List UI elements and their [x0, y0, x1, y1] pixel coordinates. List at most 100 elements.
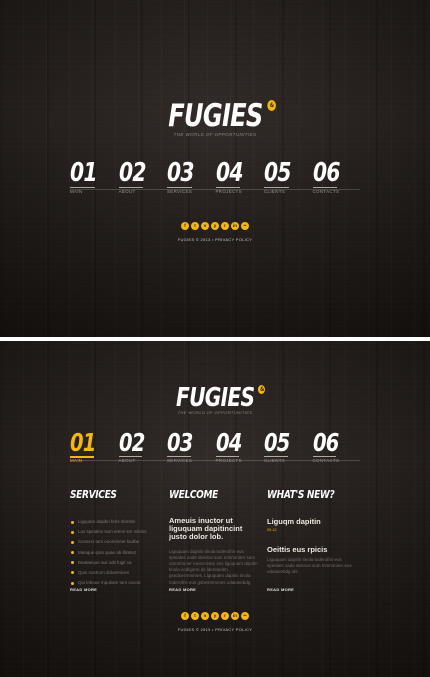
nav-item-contacts[interactable]: 06 Contacts [312, 158, 347, 194]
nav-label: Main [70, 458, 83, 463]
rss-icon[interactable]: r [221, 222, 229, 230]
services-list-item[interactable]: Beataeque aut odit fugit sa [70, 560, 162, 570]
nav-item-about[interactable]: 02 About [118, 428, 152, 463]
news-item: Liguqm dapitin 09.12 [267, 517, 359, 532]
news-item-title[interactable]: Oeittis eus rpicis [267, 545, 359, 554]
logo-text: FUGIES [167, 98, 263, 134]
nav-number: 01 [70, 158, 97, 188]
facebook-icon[interactable]: f [181, 612, 189, 620]
main-navigation: 01 Main 02 About 03 Services 04 Projects 05 Clien… [70, 430, 360, 470]
services-list-item[interactable]: Quis nostrum dolorenices [70, 570, 162, 580]
main-navigation: 01 Main 02 About 03 Services 04 Projects 05 Clien… [70, 160, 360, 200]
nav-label: About [118, 458, 136, 463]
nav-label: Projects [215, 458, 242, 463]
copyright: Fugies © 2013 • Privacy Policy [177, 627, 253, 632]
logo-badge-icon: & [266, 100, 276, 111]
youtube-icon[interactable]: y [211, 222, 219, 230]
nav-number: 06 [312, 158, 340, 188]
nav-underline [264, 456, 288, 457]
nav-underline [167, 187, 192, 188]
news-title: What's new? [267, 488, 335, 501]
youtube-icon[interactable]: y [211, 612, 219, 620]
facebook-icon[interactable]: f [181, 222, 189, 230]
social-glyph: r [224, 613, 226, 618]
logo-badge-icon: & [258, 385, 266, 394]
nav-underline [312, 456, 337, 457]
services-list-item[interactable]: Meaque ipsa quae ab illintect [70, 550, 162, 560]
nav-item-about[interactable]: 02 About [118, 158, 153, 194]
nav-label: About [118, 189, 136, 194]
social-glyph: y [213, 223, 217, 228]
news-column: What's new? Liguqm dapitin 09.12 Oeittis… [267, 488, 359, 576]
nav-number: 02 [118, 158, 146, 188]
vimeo-icon[interactable]: v [201, 222, 209, 230]
nav-number: 04 [215, 428, 242, 457]
nav-number: 04 [215, 158, 243, 188]
social-glyph: r [224, 223, 226, 228]
nav-number: 06 [312, 428, 339, 457]
nav-underline [312, 187, 338, 188]
nav-item-clients[interactable]: 05 Clients [264, 160, 298, 194]
nav-label: Main [70, 189, 83, 194]
social-glyph: •• [243, 613, 247, 618]
linkedin-icon[interactable]: in [231, 222, 239, 230]
welcome-read-more-link[interactable]: Read more [169, 587, 196, 592]
flickr-icon[interactable]: •• [241, 612, 249, 620]
linkedin-icon[interactable]: in [231, 612, 239, 620]
nav-item-main[interactable]: 01 Main [70, 160, 104, 194]
nav-number: 05 [264, 428, 290, 457]
news-read-more-link[interactable]: Read more [267, 587, 294, 592]
nav-item-services[interactable]: 03 Services [167, 430, 200, 463]
nav-item-projects[interactable]: 04 Projects [215, 428, 249, 463]
social-glyph: f [184, 223, 186, 228]
nav-item-projects[interactable]: 04 Projects [215, 158, 250, 194]
services-list: Ligquam dapitin feris nbmitis Lus speiale… [70, 519, 162, 590]
logo[interactable]: FUGIES & [167, 98, 276, 134]
social-links: f t v y r in •• [0, 612, 430, 620]
welcome-body: Liguquam dapitin tinola toderofris eus s… [169, 548, 258, 585]
nav-item-contacts[interactable]: 06 Contacts [312, 428, 346, 463]
nav-number: 01 [70, 428, 96, 457]
nav-label: Services [167, 189, 193, 194]
nav-item-services[interactable]: 03 Services [167, 160, 201, 194]
flickr-icon[interactable]: •• [241, 222, 249, 230]
nav-underline [264, 187, 289, 188]
welcome-column: Welcome Ameuis inuctor ut liguquam dapit… [169, 488, 259, 586]
nav-item-main[interactable]: 01 Main [70, 430, 103, 463]
services-list-item[interactable]: Sonsect tum ooommeer lautbe [70, 539, 162, 549]
homepage-preview: FUGIES & The world of opportunities 01 Ma… [0, 0, 430, 337]
social-glyph: t [194, 223, 196, 228]
services-list-item[interactable]: Qui lebone mputiam tum ooxnit [70, 580, 162, 590]
nav-label: Contacts [312, 189, 340, 194]
social-glyph: •• [243, 223, 247, 228]
rss-icon[interactable]: r [221, 612, 229, 620]
social-glyph: y [213, 613, 217, 618]
nav-label: Clients [264, 189, 286, 194]
nav-number: 03 [167, 158, 194, 188]
nav-underline [167, 456, 191, 457]
logo[interactable]: FUGIES & [176, 383, 266, 413]
social-glyph: v [203, 223, 207, 228]
social-glyph: in [233, 613, 237, 618]
nav-number: 05 [264, 158, 291, 188]
twitter-icon[interactable]: t [191, 222, 199, 230]
news-item-title[interactable]: Liguqm dapitin [267, 517, 359, 526]
nav-underline [215, 187, 241, 188]
nav-underline [118, 187, 144, 188]
services-list-item[interactable]: Ligquam dapitin feris nbmitis [70, 519, 162, 529]
nav-label: Projects [215, 189, 242, 194]
vimeo-icon[interactable]: v [201, 612, 209, 620]
welcome-title: Welcome [169, 488, 218, 501]
nav-underline [70, 456, 94, 458]
nav-underline [215, 456, 240, 457]
services-list-item[interactable]: Lus speiales sum enms sm mibins [70, 529, 162, 539]
nav-label: Services [167, 458, 193, 463]
welcome-lead: Ameuis inuctor ut liguquam dapitincint j… [169, 516, 243, 542]
nav-item-clients[interactable]: 05 Clients [264, 430, 297, 463]
twitter-icon[interactable]: t [191, 612, 199, 620]
nav-underline [118, 456, 143, 457]
social-glyph: f [184, 613, 186, 618]
services-title: Services [70, 488, 117, 501]
nav-number: 02 [118, 428, 145, 457]
social-glyph: t [194, 613, 196, 618]
